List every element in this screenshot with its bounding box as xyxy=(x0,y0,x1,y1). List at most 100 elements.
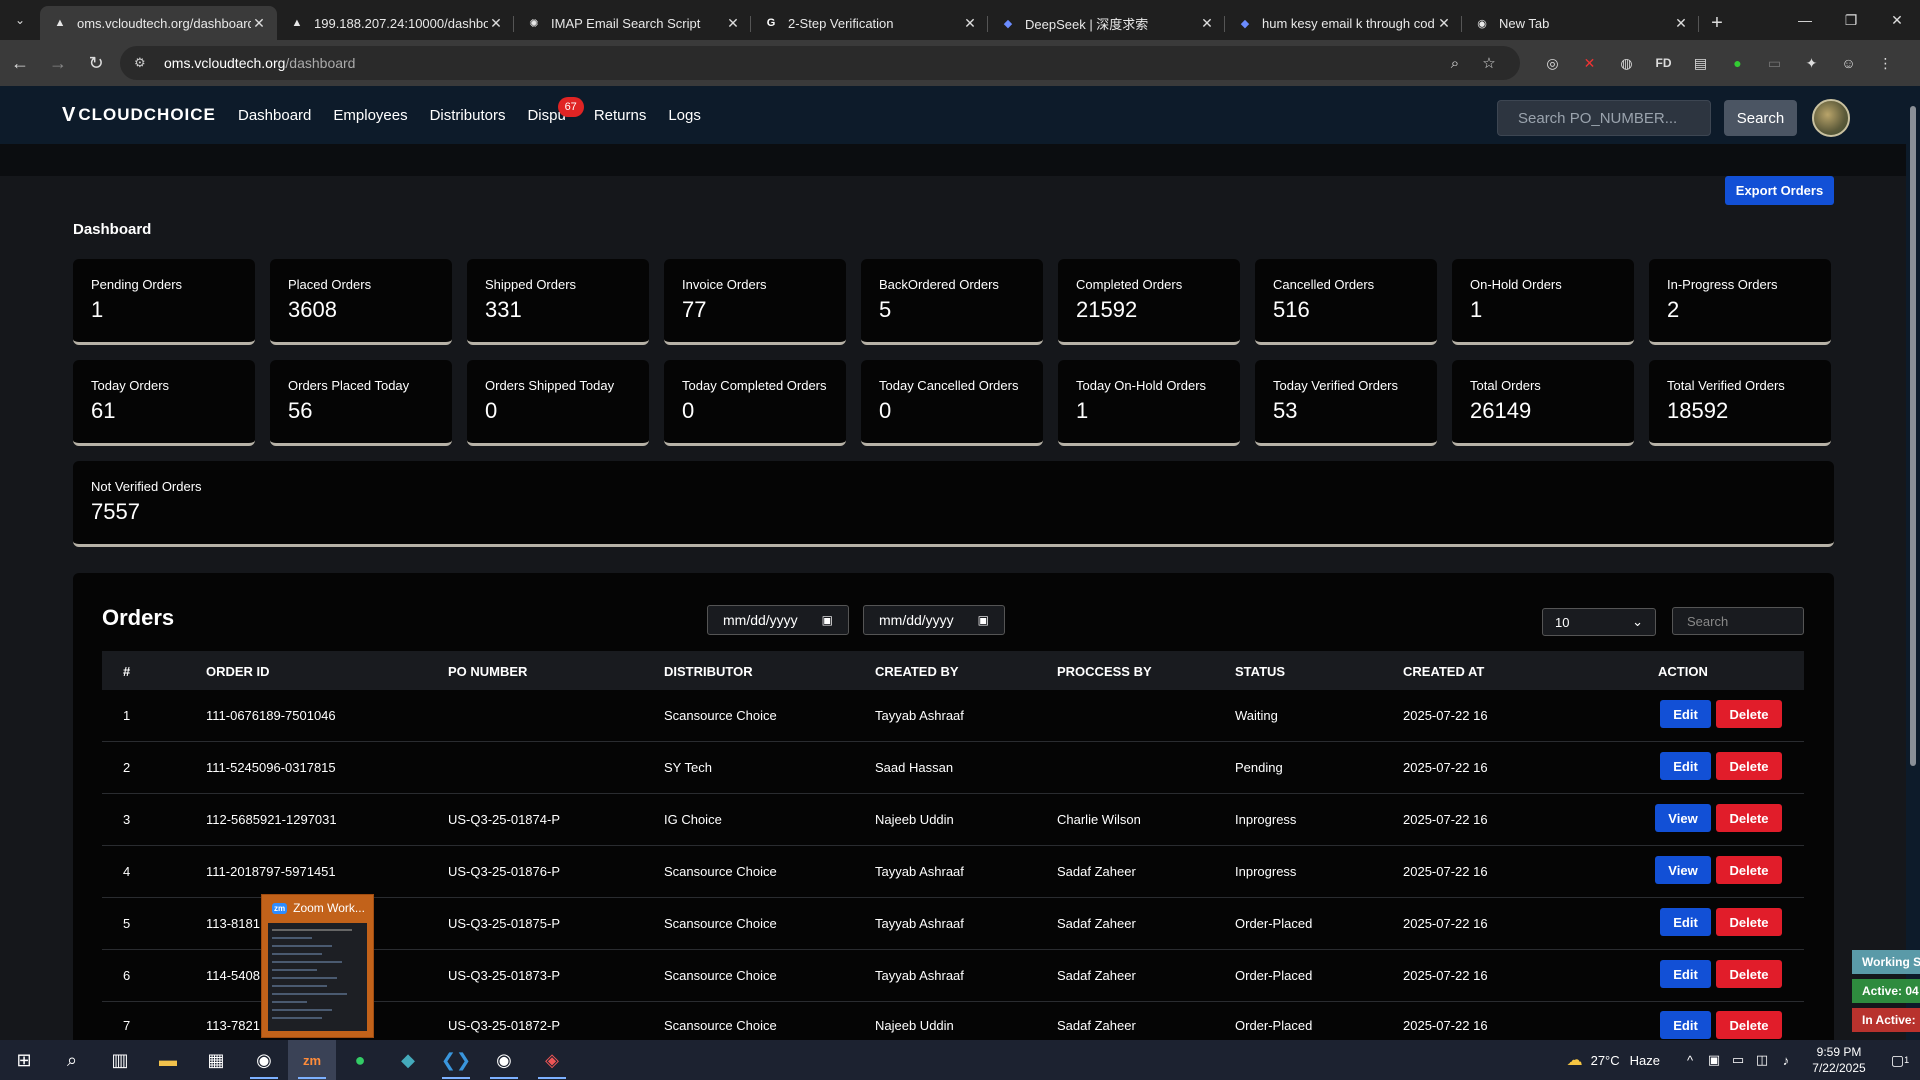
app-misc-icon[interactable]: ◈ xyxy=(528,1040,576,1080)
browser-tab-active[interactable]: ▲ oms.vcloudtech.org/dashboard ✕ xyxy=(40,6,277,40)
site-settings-icon[interactable]: ⚙ xyxy=(134,55,152,71)
bookmark-star-icon[interactable]: ☆ xyxy=(1472,54,1506,72)
orders-search-input[interactable] xyxy=(1672,607,1804,635)
search-icon[interactable]: ⌕ xyxy=(48,1040,96,1080)
brand-logo[interactable]: V CLOUDCHOICE xyxy=(62,104,215,127)
close-icon[interactable]: ✕ xyxy=(488,15,504,32)
browser-tab[interactable]: ▲ 199.188.207.24:10000/dashboa ✕ xyxy=(277,6,514,40)
chrome-profile-icon[interactable]: ◉ xyxy=(480,1040,528,1080)
profile-icon[interactable]: ☺ xyxy=(1830,48,1867,78)
close-icon[interactable]: ✕ xyxy=(1673,15,1689,32)
export-orders-button[interactable]: Export Orders xyxy=(1725,176,1834,205)
battery-icon[interactable]: ▭ xyxy=(1726,1052,1750,1068)
extensions-puzzle-icon[interactable]: ✦ xyxy=(1793,48,1830,78)
tray-app-icon[interactable]: ▣ xyxy=(1702,1052,1726,1068)
delete-button[interactable]: Delete xyxy=(1716,856,1782,884)
delete-button[interactable]: Delete xyxy=(1716,908,1782,936)
cell-order-id: 113-7821 xyxy=(206,1018,260,1033)
close-icon[interactable]: ✕ xyxy=(962,15,978,32)
app-teal-icon[interactable]: ◆ xyxy=(384,1040,432,1080)
calendar-icon[interactable]: ▣ xyxy=(822,613,833,627)
close-window-icon[interactable]: ✕ xyxy=(1874,0,1920,40)
extension-x-icon[interactable]: ✕ xyxy=(1571,48,1608,78)
nav-distributors[interactable]: Distributors xyxy=(430,107,506,124)
extension-card-icon[interactable]: ▭ xyxy=(1756,48,1793,78)
volume-icon[interactable]: ♪ xyxy=(1774,1053,1798,1068)
edit-button[interactable]: Edit xyxy=(1660,960,1711,988)
browser-tab[interactable]: ◉ New Tab ✕ xyxy=(1462,6,1699,40)
address-bar[interactable]: ⚙ oms.vcloudtech.org /dashboard ⌕ ☆ xyxy=(120,46,1520,80)
app-green-icon[interactable]: ● xyxy=(336,1040,384,1080)
close-icon[interactable]: ✕ xyxy=(1199,15,1215,32)
stat-label: Total Orders xyxy=(1470,378,1541,393)
extension-eyes-icon[interactable]: ◎ xyxy=(1534,48,1571,78)
openai-icon: ✺ xyxy=(529,17,539,30)
per-page-select[interactable]: 10 ⌄ xyxy=(1542,608,1656,636)
edit-button[interactable]: Edit xyxy=(1660,908,1711,936)
nav-disputes[interactable]: Dispu 67 xyxy=(527,96,584,124)
windows-start-icon[interactable]: ⊞ xyxy=(0,1040,48,1080)
status-chip-working[interactable]: Working S xyxy=(1852,950,1920,974)
forward-arrow-icon[interactable]: → xyxy=(40,45,76,81)
browser-tab[interactable]: ◆ DeepSeek | 深度求索 ✕ xyxy=(988,6,1225,40)
browser-tab[interactable]: G 2-Step Verification ✕ xyxy=(751,6,988,40)
vscode-icon[interactable]: ❮❯ xyxy=(432,1040,480,1080)
delete-button[interactable]: Delete xyxy=(1716,752,1782,780)
extension-fd-icon[interactable]: FD xyxy=(1645,48,1682,78)
extension-green-icon[interactable]: ● xyxy=(1719,48,1756,78)
delete-button[interactable]: Delete xyxy=(1716,960,1782,988)
status-chip-active[interactable]: Active: 04 xyxy=(1852,979,1920,1003)
back-arrow-icon[interactable]: ← xyxy=(2,45,38,81)
zoom-taskbar-icon[interactable]: zm xyxy=(288,1040,336,1080)
browser-tab[interactable]: ◆ hum kesy email k through cod ✕ xyxy=(1225,6,1462,40)
cell-distributor: Scansource Choice xyxy=(664,708,777,723)
close-icon[interactable]: ✕ xyxy=(1436,15,1452,32)
user-avatar[interactable] xyxy=(1812,99,1850,137)
delete-button[interactable]: Delete xyxy=(1716,700,1782,728)
nav-returns[interactable]: Returns xyxy=(594,107,647,124)
cell-created-at: 2025-07-22 16 xyxy=(1403,760,1488,775)
store-icon[interactable]: ▦ xyxy=(192,1040,240,1080)
close-icon[interactable]: ✕ xyxy=(725,15,741,32)
view-button[interactable]: View xyxy=(1655,804,1711,832)
close-icon[interactable]: ✕ xyxy=(251,15,267,32)
stat-value: 21592 xyxy=(1076,297,1138,322)
edit-button[interactable]: Edit xyxy=(1660,752,1711,780)
date-to-input[interactable]: mm/dd/yyyy ▣ xyxy=(863,605,1005,635)
taskbar-clock[interactable]: 9:59 PM 7/22/2025 xyxy=(1798,1044,1880,1076)
po-search-button[interactable]: Search xyxy=(1724,100,1797,136)
nav-dashboard[interactable]: Dashboard xyxy=(238,107,311,124)
minimize-icon[interactable]: — xyxy=(1782,0,1828,40)
restore-icon[interactable]: ❐ xyxy=(1828,0,1874,40)
date-from-input[interactable]: mm/dd/yyyy ▣ xyxy=(707,605,849,635)
notification-icon[interactable]: ▢ 1 xyxy=(1880,1040,1920,1080)
calendar-icon[interactable]: ▣ xyxy=(978,613,989,627)
delete-button[interactable]: Delete xyxy=(1716,1011,1782,1039)
weather-widget[interactable]: ☁ 27°C Haze xyxy=(1567,1050,1660,1070)
extension-globe-icon[interactable]: ◍ xyxy=(1608,48,1645,78)
nav-logs[interactable]: Logs xyxy=(668,107,701,124)
status-chip-inactive[interactable]: In Active: xyxy=(1852,1008,1920,1032)
network-icon[interactable]: ◫ xyxy=(1750,1052,1774,1068)
new-tab-plus-icon[interactable]: + xyxy=(1699,6,1735,40)
chevron-up-icon[interactable]: ^ xyxy=(1678,1053,1702,1068)
chevron-down-icon: ⌄ xyxy=(1632,614,1643,629)
po-number-search-input[interactable] xyxy=(1497,100,1711,136)
edit-button[interactable]: Edit xyxy=(1660,1011,1711,1039)
delete-button[interactable]: Delete xyxy=(1716,804,1782,832)
zoom-window-preview[interactable]: zm Zoom Work... xyxy=(261,894,374,1038)
tab-search-chevron-icon[interactable]: ⌄ xyxy=(0,0,40,40)
task-view-icon[interactable]: ▥ xyxy=(96,1040,144,1080)
stat-label: Today Completed Orders xyxy=(682,378,827,393)
page-scrollbar-thumb[interactable] xyxy=(1910,106,1916,766)
edit-button[interactable]: Edit xyxy=(1660,700,1711,728)
view-button[interactable]: View xyxy=(1655,856,1711,884)
browser-tab[interactable]: ✺ IMAP Email Search Script ✕ xyxy=(514,6,751,40)
chrome-taskbar-icon[interactable]: ◉ xyxy=(240,1040,288,1080)
nav-employees[interactable]: Employees xyxy=(333,107,407,124)
zoom-icon[interactable]: ⌕ xyxy=(1438,55,1472,72)
extension-image-icon[interactable]: ▤ xyxy=(1682,48,1719,78)
file-explorer-icon[interactable]: ▬ xyxy=(144,1040,192,1080)
menu-dots-icon[interactable]: ⋮ xyxy=(1867,48,1904,78)
reload-icon[interactable]: ↻ xyxy=(78,45,114,81)
